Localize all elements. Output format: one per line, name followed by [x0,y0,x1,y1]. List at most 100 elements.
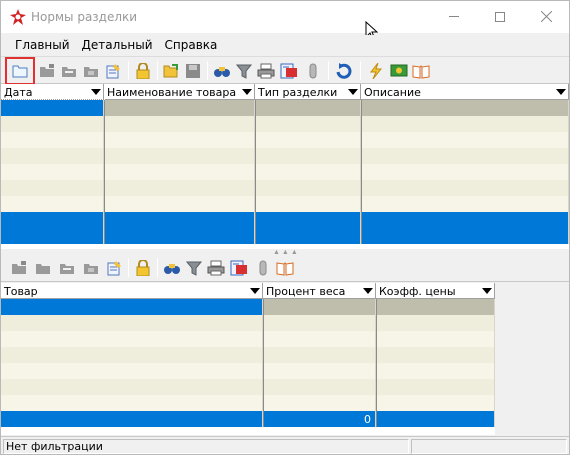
detail-filter-button[interactable] [184,258,204,278]
table-row[interactable] [1,315,495,331]
table-cell[interactable] [361,116,569,132]
table-cell[interactable] [1,228,104,244]
column-header-price-coeff[interactable]: Коэфф. цены [376,283,495,299]
detail-report-button[interactable] [229,258,249,278]
open-file-button[interactable] [161,61,181,81]
table-cell[interactable] [255,148,361,164]
edit-note-button[interactable] [103,61,123,81]
detail-add-button[interactable] [9,258,29,278]
table-cell[interactable] [263,363,376,379]
table-cell[interactable] [1,99,105,117]
table-row[interactable] [1,379,495,395]
table-row[interactable] [1,212,569,228]
dropdown-arrow-icon[interactable] [363,288,373,294]
maximize-button[interactable] [477,1,523,32]
table-cell[interactable] [361,196,569,212]
table-cell[interactable] [1,363,263,379]
table-cell[interactable] [361,228,569,244]
detail-find-button[interactable] [162,258,182,278]
table-row[interactable] [1,164,569,180]
save-button[interactable] [183,61,203,81]
table-cell[interactable] [104,196,255,212]
lock-button[interactable] [133,61,153,81]
money-button[interactable] [389,61,409,81]
table-row[interactable]: 0 [1,411,495,427]
table-cell[interactable] [1,212,104,228]
table-cell[interactable] [376,299,495,315]
table-cell[interactable] [263,395,376,411]
table-cell[interactable] [1,331,263,347]
dropdown-arrow-icon[interactable] [556,89,566,95]
table-row[interactable] [1,347,495,363]
table-cell[interactable] [1,411,263,427]
detail-new-button[interactable] [33,258,53,278]
table-row[interactable] [1,148,569,164]
table-row[interactable] [1,331,495,347]
table-cell[interactable] [263,347,376,363]
table-cell[interactable] [361,132,569,148]
table-cell[interactable] [104,116,255,132]
table-cell[interactable] [1,148,104,164]
detail-note-button[interactable] [104,258,124,278]
table-row[interactable] [1,196,569,212]
dropdown-arrow-icon[interactable] [482,288,492,294]
close-button[interactable] [523,1,569,32]
table-cell[interactable]: 0 [263,411,376,427]
column-header-weight-percent[interactable]: Процент веса [263,283,376,299]
table-cell[interactable] [104,132,255,148]
table-cell[interactable] [104,148,255,164]
table-cell[interactable] [104,180,255,196]
table-cell[interactable] [104,212,255,228]
detail-copy-button[interactable] [81,258,101,278]
menu-help[interactable]: Справка [159,35,224,55]
table-cell[interactable] [1,116,104,132]
column-header-product[interactable]: Товар [1,283,263,299]
menu-detail[interactable]: Детальный [76,35,159,55]
table-cell[interactable] [376,331,495,347]
table-cell[interactable] [263,299,376,315]
table-cell[interactable] [376,347,495,363]
table-cell[interactable] [255,212,361,228]
table-cell[interactable] [361,212,569,228]
table-cell[interactable] [1,196,104,212]
lightning-button[interactable] [366,61,386,81]
dropdown-arrow-icon[interactable] [242,89,252,95]
print-button[interactable] [256,61,276,81]
table-row[interactable] [1,395,495,411]
table-cell[interactable] [255,164,361,180]
copy-record-button[interactable] [81,61,101,81]
table-cell[interactable] [1,180,104,196]
table-cell[interactable] [1,132,104,148]
table-row[interactable] [1,228,569,244]
dropdown-arrow-icon[interactable] [91,89,101,95]
table-cell[interactable] [255,132,361,148]
table-cell[interactable] [1,315,263,331]
table-cell[interactable] [361,180,569,196]
open-folder-button[interactable] [5,57,35,85]
table-cell[interactable] [255,100,361,116]
detail-book-button[interactable] [275,258,295,278]
table-cell[interactable] [255,116,361,132]
table-cell[interactable] [255,228,361,244]
table-cell[interactable] [1,164,104,180]
menu-main[interactable]: Главный [9,35,76,55]
add-record-button[interactable] [37,61,57,81]
column-header-product-name[interactable]: Наименование товара [104,84,255,100]
table-cell[interactable] [376,411,495,427]
detail-attach-button[interactable] [253,258,273,278]
report-button[interactable] [279,61,299,81]
table-row[interactable] [1,132,569,148]
table-cell[interactable] [361,164,569,180]
table-cell[interactable] [263,315,376,331]
table-cell[interactable] [1,347,263,363]
attach-button[interactable] [303,61,323,81]
table-cell[interactable] [263,331,376,347]
detail-lock-button[interactable] [133,258,153,278]
table-cell[interactable] [263,379,376,395]
table-row[interactable] [1,363,495,379]
table-cell[interactable] [1,395,263,411]
column-header-cut-type[interactable]: Тип разделки [255,84,361,100]
table-cell[interactable] [361,148,569,164]
refresh-button[interactable] [334,61,354,81]
filter-button[interactable] [234,61,254,81]
